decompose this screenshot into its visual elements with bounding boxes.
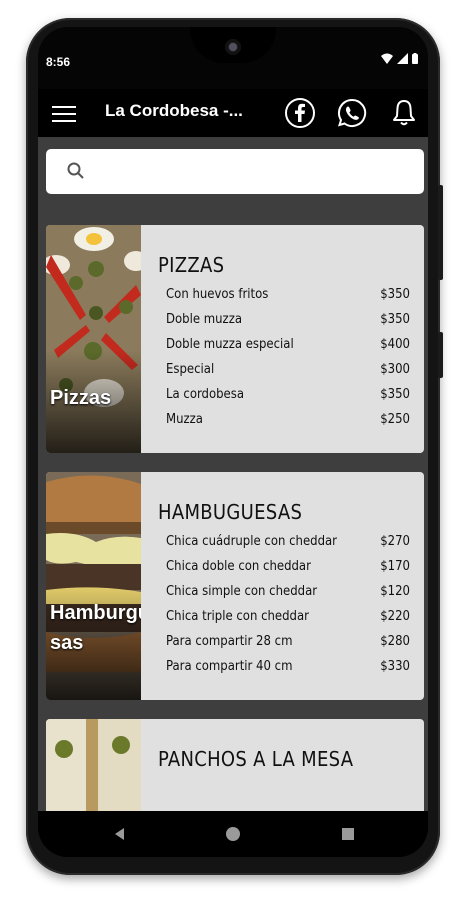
category-thumb-label: Pizzas (50, 387, 112, 409)
menu-item[interactable]: Chica cuádruple con cheddar $270 (166, 534, 410, 558)
category-card-pizzas[interactable]: Pizzas PIZZAS Con huevos fritos $350 Dobl… (46, 225, 424, 453)
item-name: La cordobesa (166, 387, 245, 402)
category-thumb-label: Hamburgue sas (50, 602, 141, 654)
menu-item[interactable]: Doble muzza especial $400 (166, 337, 410, 361)
item-price: $170 (380, 559, 410, 574)
signal-icon (397, 53, 408, 64)
menu-item[interactable]: Especial $300 (166, 362, 410, 386)
phone-volume-button (438, 185, 443, 280)
item-price: $280 (380, 634, 410, 649)
battery-icon (412, 53, 418, 64)
menu-item[interactable]: Chica triple con cheddar $220 (166, 609, 410, 633)
item-price: $350 (380, 287, 410, 302)
item-name: Con huevos fritos (166, 287, 269, 302)
app-title: La Cordobesa -... (105, 101, 243, 120)
item-price: $220 (380, 609, 410, 624)
status-icons (381, 53, 418, 64)
category-title: PANCHOS A LA MESA (158, 747, 354, 771)
phone-power-button (438, 332, 443, 378)
item-name: Doble muzza (166, 312, 243, 327)
app-bar: La Cordobesa -... (38, 89, 428, 137)
back-triangle-icon[interactable] (109, 823, 131, 845)
status-time: 8:56 (46, 55, 71, 69)
menu-item[interactable]: La cordobesa $350 (166, 387, 410, 411)
menu-item[interactable]: Para compartir 40 cm $330 (166, 659, 410, 683)
item-price: $270 (380, 534, 410, 549)
menu-item[interactable]: Para compartir 28 cm $280 (166, 634, 410, 658)
item-name: Chica simple con cheddar (166, 584, 318, 599)
item-price: $300 (380, 362, 410, 377)
search-box[interactable] (46, 149, 424, 194)
pizza-thumbnail[interactable]: Pizzas (46, 225, 141, 453)
item-name: Especial (166, 362, 215, 377)
category-card-hamburguesas[interactable]: Hamburgue sas HAMBUGUESAS Chica cuádrupl… (46, 472, 424, 700)
menu-item[interactable]: Chica simple con cheddar $120 (166, 584, 410, 608)
category-card-panchos[interactable]: PANCHOS A LA MESA (46, 719, 424, 811)
search-icon (67, 162, 84, 179)
item-name: Para compartir 40 cm (166, 659, 293, 674)
menu-item[interactable]: Muzza $250 (166, 412, 410, 436)
facebook-icon[interactable] (284, 97, 316, 129)
item-name: Doble muzza especial (166, 337, 294, 352)
status-bar: 8:56 (38, 27, 428, 89)
pizza-image (46, 225, 141, 453)
item-name: Chica doble con cheddar (166, 559, 311, 574)
item-name: Muzza (166, 412, 203, 427)
recents-square-icon[interactable] (337, 823, 359, 845)
panchos-image (46, 719, 141, 811)
menu-item[interactable]: Chica doble con cheddar $170 (166, 559, 410, 583)
item-price: $350 (380, 312, 410, 327)
whatsapp-icon[interactable] (336, 97, 368, 129)
item-name: Para compartir 28 cm (166, 634, 293, 649)
item-name: Chica triple con cheddar (166, 609, 309, 624)
item-price: $120 (380, 584, 410, 599)
category-title: PIZZAS (158, 253, 225, 277)
burger-thumbnail[interactable]: Hamburgue sas (46, 472, 141, 700)
item-name: Chica cuádruple con cheddar (166, 534, 337, 549)
item-price: $350 (380, 387, 410, 402)
item-price: $400 (380, 337, 410, 352)
bell-icon[interactable] (388, 97, 420, 129)
search-input[interactable] (98, 157, 412, 187)
panchos-thumbnail[interactable] (46, 719, 141, 811)
menu-item[interactable]: Doble muzza $350 (166, 312, 410, 336)
phone-screen: 8:56 La Cordobesa -... Pizzas PIZZAS Con… (38, 27, 428, 857)
menu-content[interactable]: Pizzas PIZZAS Con huevos fritos $350 Dobl… (38, 137, 428, 811)
menu-item[interactable]: Con huevos fritos $350 (166, 287, 410, 311)
home-circle-icon[interactable] (222, 823, 244, 845)
burger-image (46, 472, 141, 700)
hamburger-menu-icon[interactable] (52, 101, 76, 125)
category-title: HAMBUGUESAS (158, 500, 303, 524)
wifi-icon (381, 53, 393, 64)
item-price: $330 (380, 659, 410, 674)
front-camera (225, 39, 241, 55)
item-price: $250 (380, 412, 410, 427)
system-nav-bar (38, 811, 428, 857)
